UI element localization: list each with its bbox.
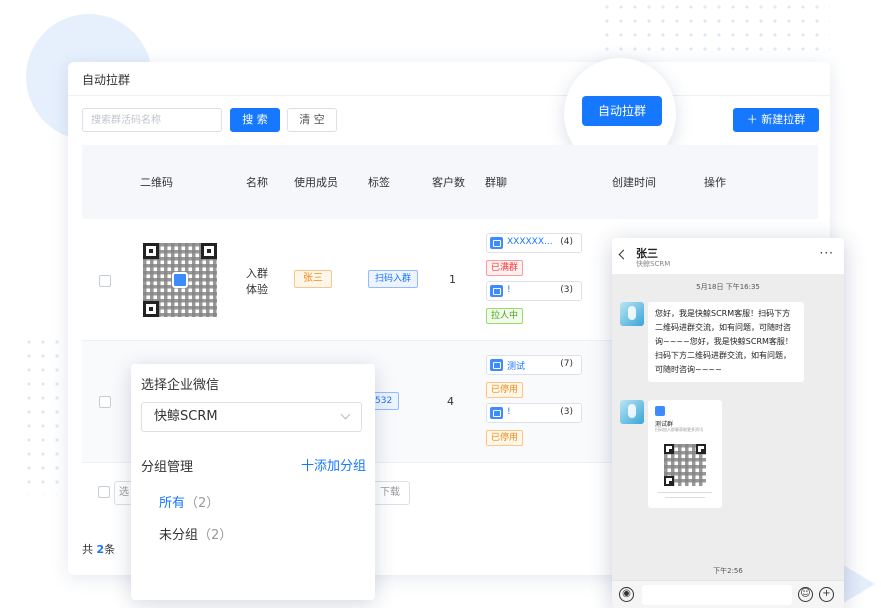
chevron-down-icon <box>340 409 351 420</box>
group-chat-icon <box>490 407 503 419</box>
group-chat-chip[interactable]: ! (3) <box>486 403 582 423</box>
page-title: 自动拉群 <box>82 73 131 87</box>
group-chat-icon <box>490 285 503 297</box>
avatar <box>620 302 644 326</box>
group-option-all[interactable]: 所有（2） <box>159 492 219 511</box>
row-checkbox[interactable] <box>99 275 111 287</box>
col-customers: 客户数 <box>432 176 465 189</box>
chat-preview-phone: 张三 快鲸SCRM ··· 5月18日 下午16:35 您好，我是快鲸SCRM客… <box>612 238 844 608</box>
status-badge: 已停用 <box>486 382 524 398</box>
decor-dots-top <box>600 0 830 60</box>
qrcode-image <box>143 243 217 317</box>
new-group-button[interactable]: ＋ 新建拉群 <box>733 108 819 132</box>
chat-input-bar: ◉ ☺ + <box>612 580 844 608</box>
qrcode-card-message: 测试群 扫码加入群聊获取更多资讯 <box>648 400 722 508</box>
chat-timestamp: 下午2:56 <box>713 567 743 575</box>
group-chat-icon <box>655 406 665 416</box>
back-icon[interactable] <box>618 249 629 260</box>
col-name: 名称 <box>246 176 268 189</box>
popover-title: 选择企业微信 <box>141 378 220 393</box>
chat-body: 5月18日 下午16:35 您好，我是快鲸SCRM客服！扫码下方二维码进群交流，… <box>612 274 844 580</box>
col-tag: 标签 <box>368 176 390 189</box>
add-group-button[interactable]: 十添加分组 <box>301 455 366 474</box>
col-actions: 操作 <box>704 176 726 189</box>
voice-icon[interactable]: ◉ <box>619 587 634 602</box>
row-checkbox[interactable] <box>99 396 111 408</box>
chat-input[interactable] <box>642 585 792 605</box>
status-badge: 已停用 <box>486 430 524 446</box>
status-badge: 已满群 <box>486 260 524 276</box>
decor-dots-left <box>22 335 72 495</box>
col-qrcode: 二维码 <box>140 176 173 189</box>
auto-group-highlight-button[interactable]: 自动拉群 <box>582 96 662 126</box>
group-manage-label: 分组管理 <box>141 460 194 475</box>
group-chat-icon <box>490 237 503 249</box>
chat-contact-subtitle: 快鲸SCRM <box>636 260 671 268</box>
wecom-select[interactable]: 快鲸SCRM <box>141 402 362 432</box>
total-count: 共 2条 <box>82 543 116 556</box>
more-icon[interactable]: ··· <box>820 246 834 260</box>
member-badge: 张三 <box>294 270 332 288</box>
download-button[interactable]: 下载 <box>370 481 410 505</box>
search-button[interactable]: 搜 索 <box>230 108 280 132</box>
col-groups: 群聊 <box>485 176 507 189</box>
chat-message: 您好，我是快鲸SCRM客服！扫码下方二维码进群交流，如有问题，可随时咨询~~~~… <box>648 302 804 382</box>
chat-timestamp: 5月18日 下午16:35 <box>696 283 760 291</box>
chat-header: 张三 快鲸SCRM ··· <box>612 238 844 274</box>
col-created: 创建时间 <box>612 176 656 189</box>
tag-badge: 扫码入群 <box>368 270 419 288</box>
group-chat-icon <box>490 359 503 371</box>
wecom-select-popover: 选择企业微信 快鲸SCRM 分组管理 十添加分组 所有（2） 未分组（2） <box>131 364 375 600</box>
group-chat-chip[interactable]: ! (3) <box>486 281 582 301</box>
plus-icon[interactable]: + <box>819 587 834 602</box>
group-chat-chip[interactable]: 测试 (7) <box>486 355 582 375</box>
group-chat-chip[interactable]: XXXXXX... (4) <box>486 233 582 253</box>
group-option-ungrouped[interactable]: 未分组（2） <box>159 524 232 543</box>
select-all-checkbox[interactable] <box>98 486 110 498</box>
customer-count: 1 <box>449 273 456 286</box>
clear-button[interactable]: 清 空 <box>287 108 337 132</box>
avatar <box>620 400 644 424</box>
qrcode-image <box>664 444 706 486</box>
search-input[interactable] <box>82 108 222 132</box>
emoji-icon[interactable]: ☺ <box>798 587 813 602</box>
col-member: 使用成员 <box>294 176 338 189</box>
customer-count: 4 <box>447 395 454 408</box>
stage: 自动拉群 搜 索 清 空 ＋ 新建拉群 自动拉群 二维码 名称 使用成员 标签 … <box>0 0 881 608</box>
row-name: 入群体验 <box>246 267 268 296</box>
status-badge: 拉人中 <box>486 308 524 324</box>
title-divider <box>68 95 830 96</box>
